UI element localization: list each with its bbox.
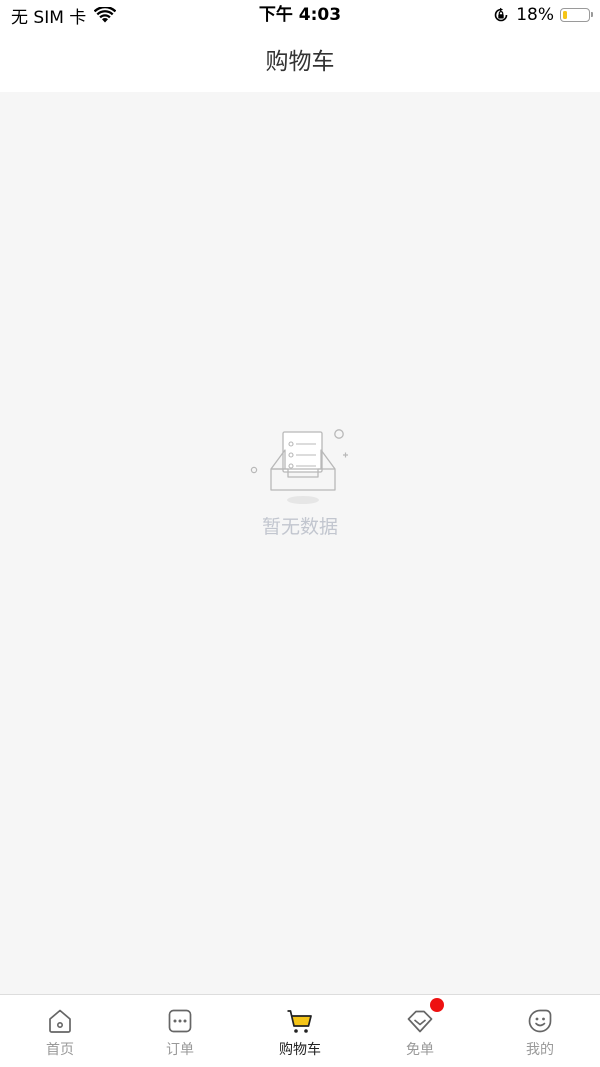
battery-fill <box>563 11 567 19</box>
tab-orders[interactable]: 订单 <box>120 995 240 1067</box>
page-title: 购物车 <box>265 49 335 75</box>
diamond-icon <box>407 1010 433 1033</box>
tab-cart[interactable]: 购物车 <box>240 995 360 1067</box>
tab-label-free-order: 免单 <box>406 1042 434 1058</box>
battery-nub <box>591 12 593 17</box>
home-icon <box>49 1009 71 1033</box>
battery-percent: 18% <box>516 5 554 25</box>
tab-label-cart: 购物车 <box>279 1042 321 1058</box>
status-right: 18% <box>493 4 593 26</box>
cart-content[interactable]: 暂无数据 <box>0 92 600 994</box>
battery-icon <box>560 8 593 22</box>
empty-box-icon <box>250 429 348 504</box>
tab-home[interactable]: 首页 <box>0 995 120 1067</box>
status-bar: 无 SIM 卡 下午 4:03 18% <box>0 0 600 32</box>
order-icon <box>168 1009 192 1033</box>
profile-icon <box>528 1009 552 1033</box>
screen: 无 SIM 卡 下午 4:03 18% 购物车 暂无数据 首页 订单 购物车 免… <box>0 0 600 1067</box>
nav-bar: 购物车 <box>0 32 600 92</box>
tab-free-order[interactable]: 免单 <box>360 995 480 1067</box>
tab-label-orders: 订单 <box>166 1042 194 1058</box>
tab-label-profile: 我的 <box>526 1042 554 1058</box>
cart-icon <box>287 1010 312 1033</box>
notification-badge <box>430 998 444 1012</box>
tab-bar: 首页 订单 购物车 免单 我的 <box>0 994 600 1067</box>
empty-state: 暂无数据 <box>0 426 600 539</box>
empty-state-text: 暂无数据 <box>261 516 338 538</box>
rotation-lock-icon <box>494 7 508 22</box>
tab-label-home: 首页 <box>46 1042 74 1058</box>
tab-profile[interactable]: 我的 <box>480 995 600 1067</box>
